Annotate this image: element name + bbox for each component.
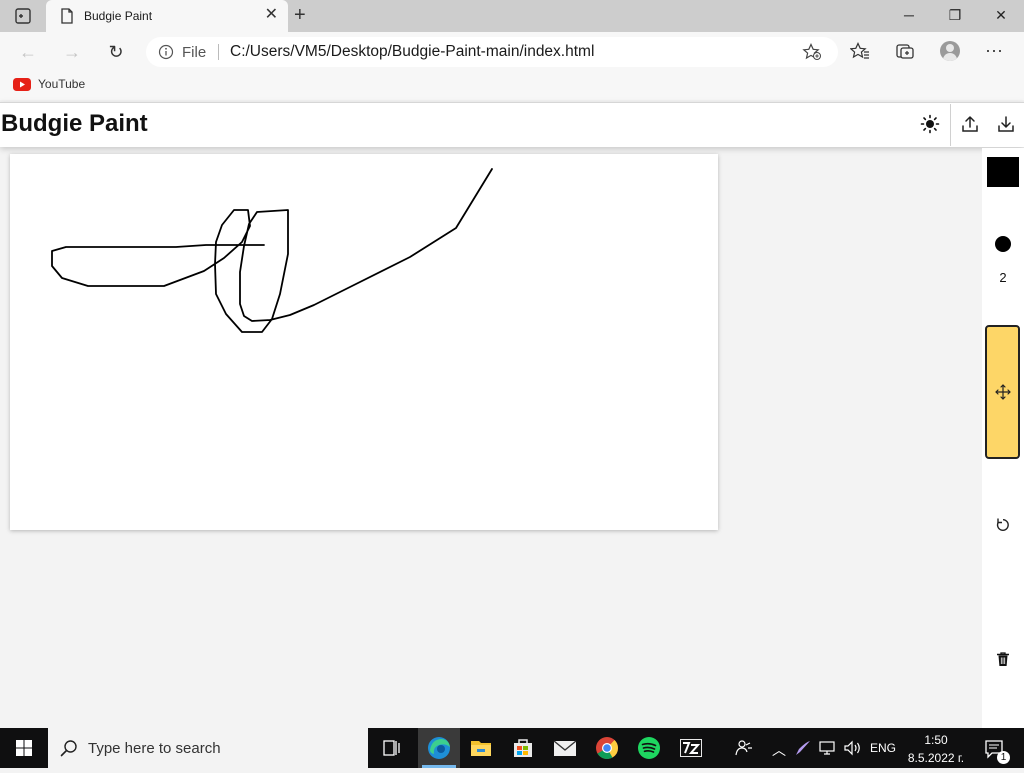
notification-badge: 1 xyxy=(997,751,1010,764)
7zip-icon[interactable] xyxy=(670,728,712,768)
youtube-icon xyxy=(13,78,31,96)
address-url[interactable]: C:/Users/VM5/Desktop/Budgie-Paint-main/i… xyxy=(230,43,594,61)
address-scheme: File xyxy=(182,44,207,61)
reset-icon[interactable] xyxy=(995,517,1011,538)
file-explorer-icon[interactable] xyxy=(460,728,502,768)
address-separator xyxy=(218,44,219,60)
store-icon[interactable] xyxy=(502,728,544,768)
app-header xyxy=(0,102,1024,147)
brush-size-value: 2 xyxy=(999,270,1007,285)
favorites-icon[interactable] xyxy=(849,42,870,65)
edge-icon[interactable] xyxy=(418,728,460,768)
app-title: Budgie Paint xyxy=(1,110,148,137)
people-icon[interactable] xyxy=(734,738,754,763)
taskbar-search[interactable]: Type here to search xyxy=(48,728,368,768)
color-swatch[interactable] xyxy=(987,157,1019,187)
tab-title: Budgie Paint xyxy=(84,9,153,23)
move-tool-button[interactable] xyxy=(985,325,1020,459)
theme-sun-icon[interactable] xyxy=(920,114,940,139)
canvas-drawing xyxy=(51,168,493,333)
windows-icon xyxy=(16,740,32,756)
clock-date[interactable]: 8.5.2022 г. xyxy=(904,751,968,765)
bookmark-youtube[interactable]: YouTube xyxy=(38,77,85,91)
clock-time[interactable]: 1:50 xyxy=(904,733,968,747)
more-menu-icon[interactable]: ··· xyxy=(985,40,1003,60)
trash-icon[interactable] xyxy=(995,651,1011,672)
profile-avatar[interactable] xyxy=(940,41,960,61)
download-icon[interactable] xyxy=(996,114,1016,139)
tab-close-icon[interactable]: ✕ xyxy=(265,7,278,23)
search-icon xyxy=(60,739,78,762)
show-hidden-icons-icon[interactable]: ︿ xyxy=(772,740,786,760)
volume-icon[interactable] xyxy=(843,739,863,762)
close-window-icon[interactable]: ✕ xyxy=(978,4,1024,26)
chrome-icon[interactable] xyxy=(586,728,628,768)
tab-budgie-paint[interactable]: Budgie Paint ✕ xyxy=(46,0,288,32)
forward-icon[interactable]: → xyxy=(60,40,84,64)
brush-dot-icon[interactable] xyxy=(995,236,1011,252)
minimize-icon[interactable]: ─ xyxy=(886,4,932,26)
collections-icon[interactable] xyxy=(895,42,915,65)
mail-icon[interactable] xyxy=(544,728,586,768)
start-button[interactable] xyxy=(0,728,48,768)
search-placeholder: Type here to search xyxy=(88,740,221,757)
restore-icon[interactable]: ❐ xyxy=(932,4,978,26)
page-icon xyxy=(60,8,74,29)
task-view-icon[interactable] xyxy=(370,728,412,768)
upload-icon[interactable] xyxy=(960,114,980,139)
new-tab-icon[interactable]: + xyxy=(294,5,306,25)
spotify-icon[interactable] xyxy=(628,728,670,768)
network-icon[interactable] xyxy=(818,739,838,762)
tab-actions-icon[interactable] xyxy=(14,7,32,30)
bookmarks-bar xyxy=(0,72,1024,100)
back-icon[interactable]: ← xyxy=(16,40,40,64)
drawing-canvas[interactable] xyxy=(10,154,718,530)
refresh-icon[interactable]: ↻ xyxy=(104,40,128,64)
pen-icon[interactable] xyxy=(794,739,812,762)
site-info-icon[interactable] xyxy=(158,44,174,65)
language-indicator[interactable]: ENG xyxy=(870,741,896,755)
header-divider xyxy=(950,104,951,146)
address-bar[interactable]: File C:/Users/VM5/Desktop/Budgie-Paint-m… xyxy=(146,37,838,67)
add-favorite-icon[interactable] xyxy=(802,43,822,66)
move-icon xyxy=(995,384,1011,400)
